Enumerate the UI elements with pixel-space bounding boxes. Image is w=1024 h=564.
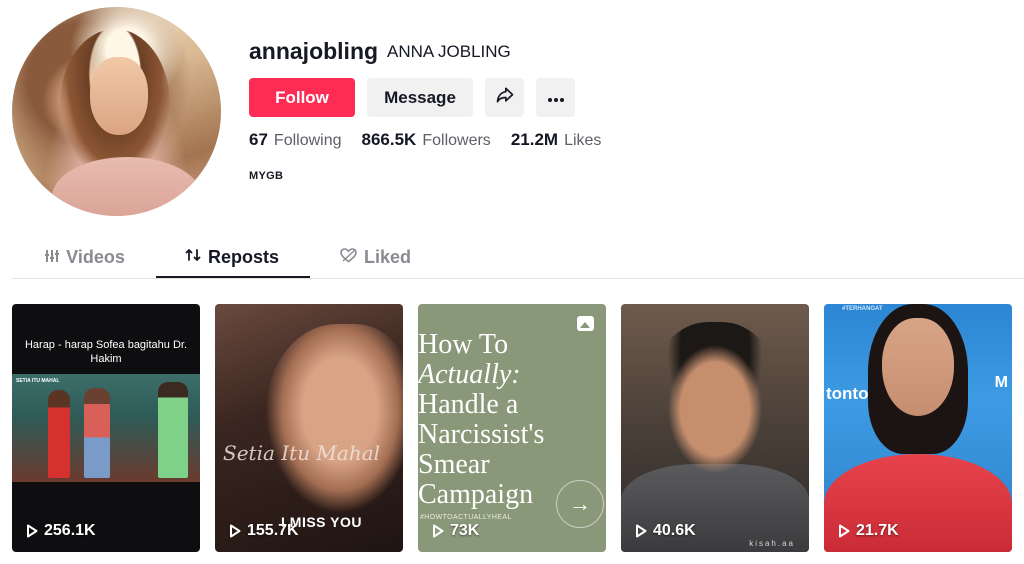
followers-label: Followers xyxy=(422,132,491,149)
video-caption: Harap - harap Sofea bagitahu Dr. Hakim xyxy=(24,339,188,365)
share-icon xyxy=(495,85,515,110)
video-thumbnail-face xyxy=(265,324,403,514)
title-line: Narcissist's xyxy=(418,419,545,450)
video-overlay-tag: #TERHANGAT xyxy=(842,306,883,312)
title-line: Campaign xyxy=(418,479,534,510)
arrow-right-icon: → xyxy=(556,480,604,528)
nickname: ANNA JOBLING xyxy=(387,42,511,61)
brand-logo: M xyxy=(994,374,1008,391)
tab-reposts[interactable]: Reposts xyxy=(182,236,282,278)
view-count: 40.6K xyxy=(635,522,696,540)
profile-stats: 67 Following 866.5K Followers 21.2M Like… xyxy=(249,130,621,150)
video-hashtag: #HOWTOACTUALLYHEAL xyxy=(420,514,512,521)
likes-label: Likes xyxy=(564,132,602,149)
photo-post-icon xyxy=(577,316,594,331)
video-thumbnail-scene: SETIA ITU MAHAL xyxy=(12,374,200,482)
stat-following[interactable]: 67 Following xyxy=(249,130,342,150)
message-button[interactable]: Message xyxy=(367,78,473,117)
view-count-value: 21.7K xyxy=(856,522,899,539)
view-count: 21.7K xyxy=(838,522,899,540)
figure xyxy=(158,382,188,478)
title-line: Actually: xyxy=(418,359,521,390)
following-count: 67 xyxy=(249,130,268,149)
video-card[interactable]: Harap - harap Sofea bagitahu Dr. Hakim S… xyxy=(12,304,200,552)
active-tab-indicator xyxy=(156,276,310,278)
video-card[interactable]: kisah.aa 40.6K xyxy=(621,304,809,552)
view-count: 155.7K xyxy=(229,522,299,540)
hidden-heart-icon xyxy=(340,247,357,268)
view-count: 256.1K xyxy=(26,522,96,540)
following-label: Following xyxy=(273,132,342,149)
share-button[interactable] xyxy=(485,78,524,117)
video-title-text: How To Actually: Handle a Narcissist's S… xyxy=(418,330,544,510)
play-icon xyxy=(26,524,38,538)
likes-count: 21.2M xyxy=(510,130,559,149)
view-count-value: 73K xyxy=(450,522,480,539)
play-icon xyxy=(838,524,850,538)
bio-text: MYGB xyxy=(249,170,284,182)
video-card[interactable]: Setia Itu Mahal I MISS YOU 155.7K xyxy=(215,304,403,552)
tab-videos[interactable]: Videos xyxy=(45,236,125,278)
view-count-value: 155.7K xyxy=(247,522,299,539)
repost-icon xyxy=(185,247,201,268)
video-overlay-tag: SETIA ITU MAHAL xyxy=(16,378,60,384)
video-card[interactable]: #TERHANGAT tonton M 21.7K xyxy=(824,304,1012,552)
title-line: Handle a xyxy=(418,389,519,420)
video-overlay-script: Setia Itu Mahal xyxy=(223,441,381,465)
play-icon xyxy=(229,524,241,538)
avatar[interactable] xyxy=(12,7,221,216)
title-line: Smear xyxy=(418,449,490,480)
tab-videos-label: Videos xyxy=(66,246,125,267)
figure xyxy=(48,390,70,478)
view-count-value: 256.1K xyxy=(44,522,96,539)
tab-reposts-label: Reposts xyxy=(207,246,279,267)
profile-page: annajobling ANNA JOBLING Follow Message … xyxy=(0,0,1024,564)
followers-count: 866.5K xyxy=(361,130,417,149)
title-line: How To xyxy=(418,329,509,360)
view-count-value: 40.6K xyxy=(653,522,696,539)
video-thumbnail-face xyxy=(882,318,954,416)
tab-liked[interactable]: Liked xyxy=(338,236,413,278)
username: annajobling xyxy=(249,38,379,64)
tab-liked-label: Liked xyxy=(363,246,411,267)
follow-button[interactable]: Follow xyxy=(249,78,355,117)
video-thumbnail-face xyxy=(651,322,779,472)
video-watermark: kisah.aa xyxy=(749,539,795,548)
more-icon xyxy=(547,88,565,108)
stat-likes: 21.2M Likes xyxy=(511,130,602,150)
figure xyxy=(84,388,110,478)
play-icon xyxy=(635,524,647,538)
view-count: 73K xyxy=(432,522,479,540)
profile-tabs: Videos Reposts Liked xyxy=(12,236,1024,279)
more-options-button[interactable] xyxy=(536,78,575,117)
grid-icon xyxy=(45,247,60,268)
video-card[interactable]: How To Actually: Handle a Narcissist's S… xyxy=(418,304,606,552)
stat-followers[interactable]: 866.5K Followers xyxy=(362,130,491,150)
avatar-face xyxy=(90,57,148,135)
avatar-shoulder xyxy=(52,157,202,216)
play-icon xyxy=(432,524,444,538)
